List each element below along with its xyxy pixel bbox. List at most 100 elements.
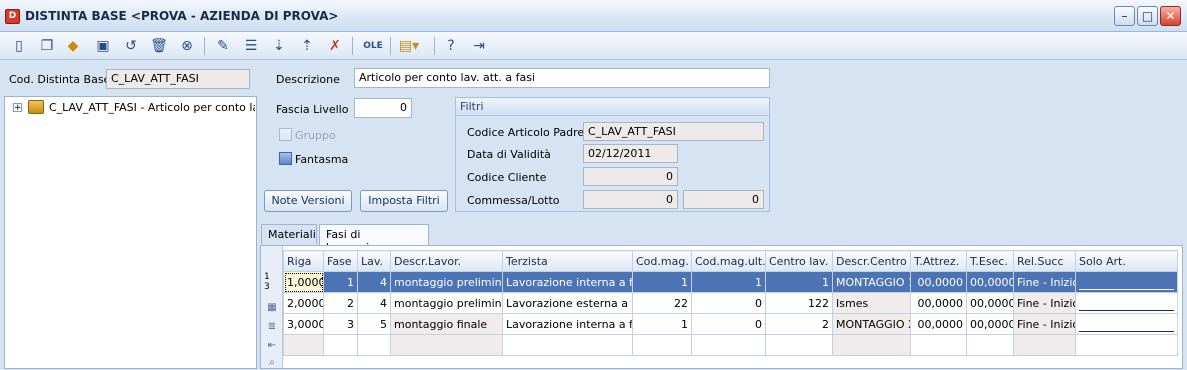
new-document-icon[interactable]: ▯: [8, 35, 30, 57]
table-cell[interactable]: Fine - Inizio: [1013, 271, 1076, 293]
column-header[interactable]: Cod.mag.ult.: [691, 250, 766, 272]
gruppo-checkbox[interactable]: [279, 128, 292, 141]
tab-fasi-di-lavorazione[interactable]: Fasi di lavorazione: [319, 224, 429, 254]
table-cell[interactable]: 1: [632, 313, 692, 335]
delete-icon[interactable]: 🗑: [148, 35, 170, 57]
column-header[interactable]: Descr.Lavor.: [390, 250, 503, 272]
table-row[interactable]: 2,0000 2 4 montaggio preliminare Lavoraz…: [283, 292, 1178, 314]
cod-distinta-field[interactable]: C_LAV_ATT_FASI: [106, 69, 250, 89]
fasi-grid[interactable]: 1 3 ▦ ≣ ⇤ ⌕ Riga Fase Lav. Descr.Lavor. …: [260, 245, 1183, 369]
table-cell[interactable]: 3,0000: [283, 313, 324, 335]
table-cell[interactable]: 00,0000: [910, 292, 967, 314]
table-cell[interactable]: Fine - Inizio: [1013, 292, 1076, 314]
row-action-icon[interactable]: ▦: [265, 301, 279, 315]
table-cell[interactable]: [390, 334, 503, 356]
help-icon[interactable]: ?: [440, 35, 462, 57]
minimize-button[interactable]: –: [1114, 6, 1135, 26]
table-cell[interactable]: MONTAGGIO 2: [832, 313, 911, 335]
table-cell[interactable]: [357, 334, 391, 356]
undo-icon[interactable]: ↺: [120, 35, 142, 57]
solo-art-field[interactable]: [1079, 298, 1174, 311]
find-binoculars-icon[interactable]: ⊗: [176, 35, 198, 57]
maximize-button[interactable]: □: [1137, 6, 1158, 26]
table-cell[interactable]: 0: [691, 313, 766, 335]
table-cell[interactable]: 2: [323, 292, 358, 314]
table-cell[interactable]: [1075, 292, 1178, 314]
tab-materiali[interactable]: Materiali: [261, 224, 317, 244]
table-cell[interactable]: 00,0000: [966, 271, 1014, 293]
table-cell[interactable]: 0: [691, 292, 766, 314]
table-cell[interactable]: 1: [632, 271, 692, 293]
column-header[interactable]: T.Esec.: [966, 250, 1014, 272]
close-button[interactable]: ✕: [1160, 6, 1181, 26]
table-cell[interactable]: [1013, 334, 1076, 356]
edit-list-icon[interactable]: ☰: [240, 35, 262, 57]
table-cell[interactable]: [765, 334, 833, 356]
table-cell[interactable]: Ismes: [832, 292, 911, 314]
expand-icon[interactable]: +: [13, 103, 22, 113]
lotto-field[interactable]: 0: [683, 190, 764, 209]
table-row[interactable]: 1,0000 1 4 montaggio preliminare Lavoraz…: [283, 271, 1178, 293]
fascia-field[interactable]: 0: [354, 98, 412, 118]
table-cell[interactable]: 4: [357, 271, 391, 293]
table-cell[interactable]: 1,0000: [283, 271, 324, 293]
table-cell[interactable]: [966, 334, 1014, 356]
table-cell[interactable]: [1075, 313, 1178, 335]
bom-tree[interactable]: + C_LAV_ATT_FASI - Articolo per conto la…: [4, 96, 257, 369]
table-cell[interactable]: MONTAGGIO 1: [832, 271, 911, 293]
data-validita-field[interactable]: 02/12/2011: [583, 144, 678, 163]
table-row-new[interactable]: [283, 334, 1178, 356]
table-cell[interactable]: 5: [357, 313, 391, 335]
edit-up-icon[interactable]: ⇡: [296, 35, 318, 57]
exit-icon[interactable]: ⇥: [468, 35, 490, 57]
note-versioni-button[interactable]: Note Versioni: [264, 190, 352, 212]
column-header[interactable]: Terzista: [502, 250, 633, 272]
table-cell[interactable]: 00,0000: [910, 271, 967, 293]
table-cell[interactable]: montaggio preliminare: [390, 292, 503, 314]
table-cell[interactable]: [283, 334, 324, 356]
table-cell[interactable]: [691, 334, 766, 356]
table-cell[interactable]: [632, 334, 692, 356]
save-icon[interactable]: ▣: [92, 35, 114, 57]
solo-art-field[interactable]: [1079, 319, 1174, 332]
solo-art-field[interactable]: [1079, 277, 1174, 290]
tree-item-label[interactable]: C_LAV_ATT_FASI - Articolo per conto lav.…: [49, 101, 255, 114]
imposta-filtri-button[interactable]: Imposta Filtri: [360, 190, 448, 212]
commessa-field[interactable]: 0: [583, 190, 678, 209]
edit-down-icon[interactable]: ⇣: [268, 35, 290, 57]
table-row[interactable]: 3,0000 3 5 montaggio finale Lavorazione …: [283, 313, 1178, 335]
table-cell[interactable]: [1075, 334, 1178, 356]
column-header[interactable]: T.Attrez.: [910, 250, 967, 272]
row-list-icon[interactable]: ≣: [265, 320, 279, 334]
edit-row-icon[interactable]: ✎: [212, 35, 234, 57]
table-cell[interactable]: [323, 334, 358, 356]
table-cell[interactable]: 4: [357, 292, 391, 314]
column-header[interactable]: Fase: [323, 250, 358, 272]
table-cell[interactable]: 22: [632, 292, 692, 314]
table-cell[interactable]: 1: [323, 271, 358, 293]
column-header[interactable]: Lav.: [357, 250, 391, 272]
table-cell[interactable]: Lavorazione esterna a: [502, 292, 633, 314]
column-header[interactable]: Cod.mag.: [632, 250, 692, 272]
copy-document-icon[interactable]: ❐: [36, 35, 58, 57]
table-cell[interactable]: 1: [765, 271, 833, 293]
table-cell[interactable]: 2: [765, 313, 833, 335]
column-header[interactable]: Centro lav.: [765, 250, 833, 272]
column-header[interactable]: Rel.Succ: [1013, 250, 1076, 272]
open-folder-icon[interactable]: ◆: [62, 35, 84, 57]
row-insert-icon[interactable]: ⇤: [265, 339, 279, 353]
ole-icon[interactable]: OLE: [360, 35, 386, 57]
table-cell[interactable]: [502, 334, 633, 356]
column-header[interactable]: Descr.Centro: [832, 250, 911, 272]
table-cell[interactable]: Fine - Inizio: [1013, 313, 1076, 335]
descrizione-field[interactable]: Articolo per conto lav. att. a fasi: [354, 68, 770, 88]
table-cell[interactable]: Lavorazione interna a fasi: [502, 271, 633, 293]
table-cell[interactable]: 00,0000: [910, 313, 967, 335]
table-cell[interactable]: 00,0000: [966, 313, 1014, 335]
codice-cliente-field[interactable]: 0: [583, 167, 678, 186]
edit-delete-icon[interactable]: ✗: [324, 35, 346, 57]
table-cell[interactable]: 2,0000: [283, 292, 324, 314]
table-cell[interactable]: Lavorazione interna a fasi: [502, 313, 633, 335]
fantasma-checkbox[interactable]: [279, 152, 292, 165]
table-cell[interactable]: [832, 334, 911, 356]
